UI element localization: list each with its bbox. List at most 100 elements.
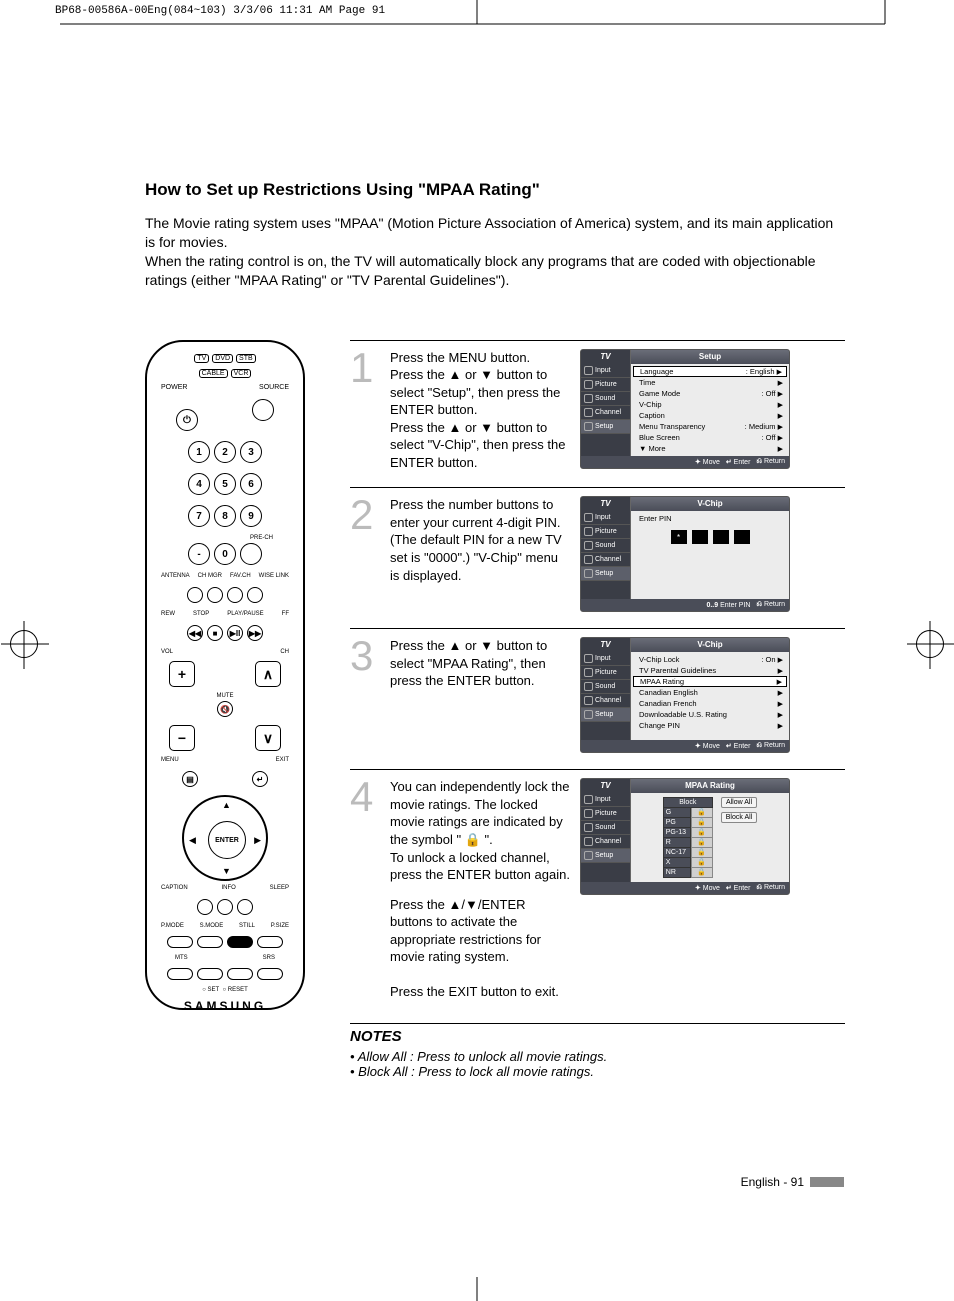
step-number: 2 — [350, 496, 380, 612]
menu-button: ▤ — [182, 771, 198, 787]
osd-side-picture: Picture — [581, 807, 630, 821]
pmode-label: P.MODE — [161, 923, 184, 929]
intro-text: The Movie rating system uses "MPAA" (Mot… — [145, 214, 845, 290]
info-button — [217, 899, 233, 915]
notes-title: NOTES — [350, 1023, 845, 1045]
source-button — [252, 399, 274, 421]
step-number: 1 — [350, 349, 380, 472]
crop-bottom — [0, 1271, 954, 1301]
osd-row: Downloadable U.S. Rating ▶ — [631, 709, 789, 720]
antenna-button — [187, 587, 203, 603]
favch-button — [227, 587, 243, 603]
digit-1: 1 — [188, 441, 210, 463]
osd-row: Change PIN ▶ — [631, 720, 789, 731]
note-item: Allow All : Press to unlock all movie ra… — [350, 1049, 845, 1064]
caption-button — [197, 899, 213, 915]
ff-label: FF — [282, 611, 289, 617]
osd-row: Canadian English ▶ — [631, 687, 789, 698]
step-2: 2 Press the number buttons to enter your… — [350, 487, 845, 628]
mts-label: MTS — [175, 955, 188, 961]
left-arrow-icon: ◀ — [189, 835, 196, 846]
pin-digit — [692, 530, 708, 544]
osd-row: ▼ More ▶ — [631, 443, 789, 454]
osd-row: Caption ▶ — [631, 410, 789, 421]
osd-vchip: TVV-Chip InputPictureSoundChannelSetupV-… — [580, 637, 790, 753]
psize-label: P.SIZE — [271, 923, 289, 929]
chmgr-label: CH MGR — [198, 573, 222, 579]
remote-src-vcr: VCR — [231, 369, 252, 378]
digit-dash: - — [188, 543, 210, 565]
mts-button — [167, 968, 193, 980]
osd-foot-return: ⎌ Return — [756, 601, 785, 609]
ch-label: CH — [280, 649, 289, 655]
digit-6: 6 — [240, 473, 262, 495]
osd-row: Language: English ▶ — [633, 366, 787, 377]
srs-label: SRS — [263, 955, 275, 961]
caption-label: CAPTION — [161, 885, 188, 891]
notes-section: NOTES Allow All : Press to unlock all mo… — [350, 1023, 845, 1079]
ff-button: ▶▶ — [247, 625, 263, 641]
step-text: Press the ▲ or ▼ button to select "MPAA … — [390, 637, 570, 753]
remote-src-dvd: DVD — [212, 354, 233, 363]
wiselink-button — [247, 587, 263, 603]
step-osd: TVV-Chip InputPictureSoundChannelSetup E… — [580, 496, 845, 612]
registration-mark-right — [916, 630, 944, 658]
antenna-label: ANTENNA — [161, 573, 190, 579]
pin-digit — [734, 530, 750, 544]
remote-src-stb: STB — [236, 354, 256, 363]
step-text: You can independently lock the movie rat… — [390, 778, 570, 1001]
mpaa-block all-button: Block All — [721, 812, 757, 823]
step-text: Press the number buttons to enter your c… — [390, 496, 570, 612]
rew-button: ◀◀ — [187, 625, 203, 641]
remote-src-cable: CABLE — [199, 369, 228, 378]
exit-label: EXIT — [276, 757, 289, 763]
osd-side-picture: Picture — [581, 525, 630, 539]
still-button — [227, 936, 253, 948]
osd-foot-move: ✦ Move — [695, 742, 720, 750]
osd-foot-return: ⎌ Return — [756, 884, 785, 892]
smode-button — [197, 936, 223, 948]
osd-foot-return: ⎌ Return — [756, 742, 785, 750]
info-label: INFO — [221, 885, 235, 891]
page-content: How to Set up Restrictions Using "MPAA R… — [145, 180, 845, 1079]
mpaa-allow all-button: Allow All — [721, 797, 757, 808]
ch-up: ∧ — [255, 661, 281, 687]
digit-5: 5 — [214, 473, 236, 495]
osd-foot-enter pin: 0..9 Enter PIN — [706, 602, 750, 609]
step-number: 4 — [350, 778, 380, 1001]
osd-row: Blue Screen: Off ▶ — [631, 432, 789, 443]
step-osd: TVV-Chip InputPictureSoundChannelSetupV-… — [580, 637, 845, 753]
osd-side-input: Input — [581, 364, 630, 378]
osd-foot-enter: ↵ Enter — [726, 884, 751, 892]
steps-column: 1 Press the MENU button.Press the ▲ or ▼… — [350, 340, 845, 1079]
osd-row: V-Chip ▶ — [631, 399, 789, 410]
srs-button — [197, 968, 223, 980]
chmgr-button — [207, 587, 223, 603]
remote-illustration: TV DVD STB CABLE VCR POWERSOURCE ⏻ 123 4… — [145, 340, 305, 1010]
power-button: ⏻ — [176, 409, 198, 431]
note-item: Block All : Press to lock all movie rati… — [350, 1064, 845, 1079]
exit-button: ↵ — [252, 771, 268, 787]
osd-row: Canadian French ▶ — [631, 698, 789, 709]
sleep-label: SLEEP — [270, 885, 289, 891]
pin-digit: * — [671, 530, 687, 544]
osd-foot-move: ✦ Move — [695, 458, 720, 466]
remote-src-tv: TV — [194, 354, 209, 363]
osd-side-channel: Channel — [581, 406, 630, 420]
psize-button — [257, 936, 283, 948]
osd-side-channel: Channel — [581, 835, 630, 849]
enter-button: ENTER — [208, 821, 246, 859]
osd-foot-enter: ↵ Enter — [726, 458, 751, 466]
footer-text: English - 91 — [741, 1175, 804, 1189]
osd-row: TV Parental Guidelines ▶ — [631, 665, 789, 676]
page-footer: English - 91 — [741, 1175, 844, 1189]
digit-0: 0 — [214, 543, 236, 565]
osd-side-picture: Picture — [581, 666, 630, 680]
digit-7: 7 — [188, 505, 210, 527]
favch-label: FAV.CH — [230, 573, 251, 579]
step-4: 4 You can independently lock the movie r… — [350, 769, 845, 1017]
osd-side-channel: Channel — [581, 553, 630, 567]
menu-label: MENU — [161, 757, 179, 763]
notes-list: Allow All : Press to unlock all movie ra… — [350, 1049, 845, 1079]
rew-label: REW — [161, 611, 175, 617]
